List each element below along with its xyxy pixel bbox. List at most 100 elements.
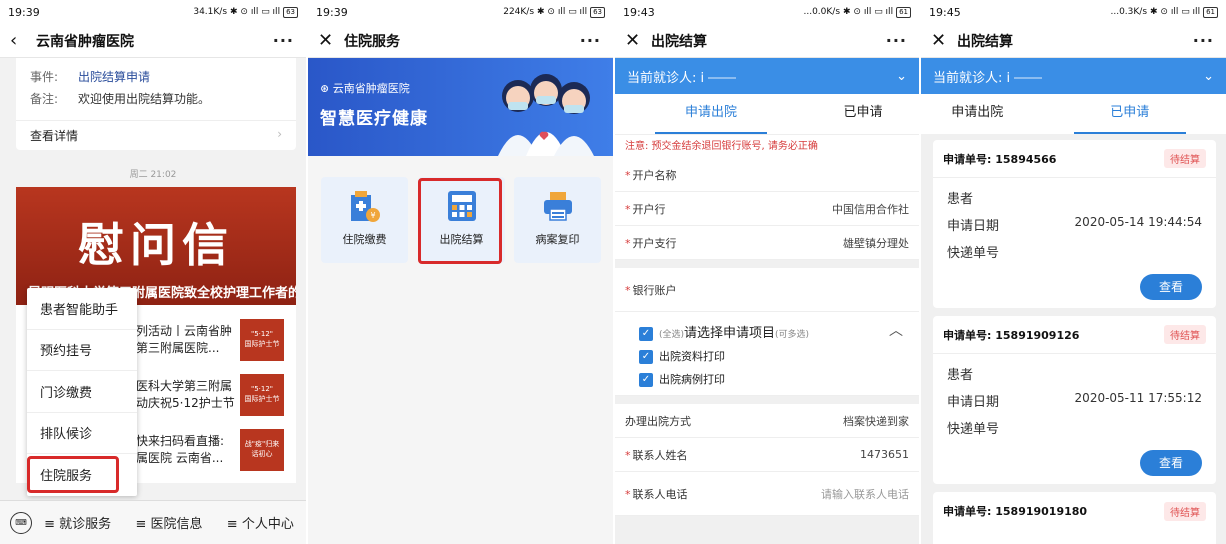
tab-bar: 申请出院 已申请 [615,94,919,134]
application-number: 申请单号: 158919019180 [943,505,1088,518]
status-badge: 待结算 [1164,325,1206,344]
note-value: 欢迎使用出院结算功能。 [78,92,211,106]
tab-applied[interactable]: 已申请 [1073,94,1186,134]
menu-item-assistant[interactable]: 患者智能助手 [27,288,137,330]
patient-selector[interactable]: 当前就诊人: i ⌄ [615,58,919,94]
close-icon[interactable]: ✕ [318,30,340,51]
application-items: ✓ (全选)请选择申请项目(可多选) ︿ ✓ 出院资料打印 ✓ 出院病例打印 [615,312,919,396]
page-title: 云南省肿瘤医院 [36,33,134,50]
news-thumbnail: "5·12" 国际护士节 [240,319,284,361]
back-icon[interactable]: ‹ [10,30,32,51]
chevron-up-icon[interactable]: ︿ [889,320,903,340]
status-badge: 待结算 [1164,149,1206,168]
more-icon[interactable]: ··· [273,31,294,50]
chevron-down-icon: ⌄ [1203,68,1214,84]
discharge-method-field[interactable]: 办理出院方式 档案快递到家 [615,404,919,438]
network-speed: ...0.3K/s [1110,7,1148,17]
applied-list-panel: 19:45 ...0.3K/s ✱ ⊙ ıll ▭ ıll 61 ✕ 出院结算 ··… [921,0,1226,544]
keyboard-icon[interactable]: ⌨ [10,511,32,534]
check-icon: ✓ [639,350,653,364]
menu-item-outpatient-payment[interactable]: 门诊缴费 [27,371,137,413]
inpatient-service-panel: 19:39 224K/s ✱ ⊙ ıll ▭ ıll 63 ✕ 住院服务 ··· ⊛… [308,0,613,544]
bank-account-field[interactable]: * 银行账户 [615,268,919,312]
status-time: 19:45 [929,5,961,19]
news-item[interactable]: 列活动丨云南省肿 第三附属医院... [136,323,232,357]
more-icon[interactable]: ··· [1193,31,1214,50]
bank-branch-field[interactable]: * 开户支行 雄壁镇分理处 [615,226,919,260]
warning-text: 注意: 预交金结余退回银行账号, 请务必正确 [615,134,919,158]
event-value: 出院结算申请 [78,70,151,84]
bank-field[interactable]: * 开户行 中国信用合作社 [615,192,919,226]
view-button[interactable]: 查看 [1140,450,1202,476]
hospital-payment-icon: ¥ [351,191,380,222]
news-item[interactable]: 医科大学第三附属 动庆祝5·12护士节 [136,378,235,412]
contact-phone-field[interactable]: * 联系人电话 请输入联系人电话 [615,472,919,516]
signal-icon: ✱ ⊙ ıll ▭ ıll [1150,7,1201,17]
hospital-banner: ⊛ 云南省肿瘤医院 智慧医疗健康 [308,58,613,156]
status-time: 19:39 [8,5,40,19]
service-record-copy[interactable]: 病案复印 [514,177,601,263]
chevron-right-icon: › [277,127,282,141]
battery-icon: 63 [283,6,298,18]
network-speed: 34.1K/s [193,7,228,17]
close-icon[interactable]: ✕ [931,30,953,51]
chat-timestamp: 周二 21:02 [129,170,177,180]
status-time: 19:39 [316,5,348,19]
tab-apply-discharge[interactable]: 申请出院 [655,94,767,134]
signal-icon: ✱ ⊙ ıll ▭ ıll [843,7,894,17]
close-icon[interactable]: ✕ [625,30,647,51]
printer-icon [544,192,572,221]
news-thumbnail: 战"疫"归来 话初心 [240,429,284,471]
battery-icon: 61 [896,6,911,18]
note-label: 备注: [30,92,59,106]
contact-name-field[interactable]: * 联系人姓名 1473651 [615,438,919,472]
tab-applied[interactable]: 已申请 [807,94,919,134]
page-title: 住院服务 [344,33,400,50]
menu-hospital-info[interactable]: ≡ 医院信息 [123,513,214,532]
news-thumbnail: "5·12" 国际护士节 [240,374,284,416]
select-all-checkbox[interactable]: ✓ (全选)请选择申请项目(可多选) [639,322,809,341]
signal-icon: ✱ ⊙ ıll ▭ ıll [537,7,588,17]
status-bar: 19:45 ...0.3K/s ✱ ⊙ ıll ▭ ıll 61 [921,0,1226,24]
news-item[interactable]: 快来扫码看直播: 属医院 云南省... [136,433,224,467]
check-icon: ✓ [639,373,653,387]
application-number: 申请单号: 15891909126 [943,328,1080,342]
patient-selector[interactable]: 当前就诊人: i ⌄ [921,58,1226,94]
tab-bar: 申请出院 已申请 [921,94,1226,134]
more-icon[interactable]: ··· [580,31,601,50]
more-icon[interactable]: ··· [886,31,907,50]
network-speed: ...0.0K/s [803,7,841,17]
application-card: 申请单号: 15891909126 待结算 患者 申请日期 2020-05-11 … [933,316,1216,484]
view-button[interactable]: 查看 [1140,274,1202,300]
page-title: 出院结算 [651,33,707,50]
signal-icon: ✱ ⊙ ıll ▭ ıll [230,7,281,17]
menu-personal-center[interactable]: ≡ 个人中心 [215,513,306,532]
banner-slogan: 智慧医疗健康 [320,109,428,129]
view-detail-link[interactable]: 查看详情 › [16,120,296,150]
menu-item-queue[interactable]: 排队候诊 [27,413,137,454]
account-name-field[interactable]: * 开户名称 [615,158,919,192]
event-label: 事件: [30,70,59,84]
check-icon: ✓ [639,326,653,341]
discharge-apply-panel: 19:43 ...0.0K/s ✱ ⊙ ıll ▭ ıll 61 ✕ 出院结算 ··… [615,0,919,544]
status-bar: 19:39 34.1K/s ✱ ⊙ ıll ▭ ıll 63 [0,0,306,24]
application-date: 2020-05-14 19:44:54 [1074,215,1202,229]
highlight-box [27,456,119,493]
item-checkbox[interactable]: ✓ 出院资料打印 [639,348,725,364]
tab-apply-discharge[interactable]: 申请出院 [921,94,1034,134]
hospital-logo: ⊛ 云南省肿瘤医院 [320,82,410,95]
battery-icon: 61 [1203,6,1218,18]
menu-visit-service[interactable]: ≡ 就诊服务 [32,513,123,532]
application-card: 申请单号: 15894566 待结算 患者 申请日期 2020-05-14 19:… [933,140,1216,308]
status-time: 19:43 [623,5,655,19]
nav-bar: ✕ 出院结算 ··· [921,24,1226,58]
menu-item-appointment[interactable]: 预约挂号 [27,330,137,371]
banner-title: 慰问信 [78,218,234,272]
page-title: 出院结算 [957,33,1013,50]
doctors-illustration-icon [498,74,594,156]
item-checkbox[interactable]: ✓ 出院病例打印 [639,371,725,387]
status-bar: 19:43 ...0.0K/s ✱ ⊙ ıll ▭ ıll 61 [615,0,919,24]
application-date: 2020-05-11 17:55:12 [1074,391,1202,405]
service-inpatient-payment[interactable]: ¥ 住院缴费 [321,177,408,263]
network-speed: 224K/s [503,7,535,17]
